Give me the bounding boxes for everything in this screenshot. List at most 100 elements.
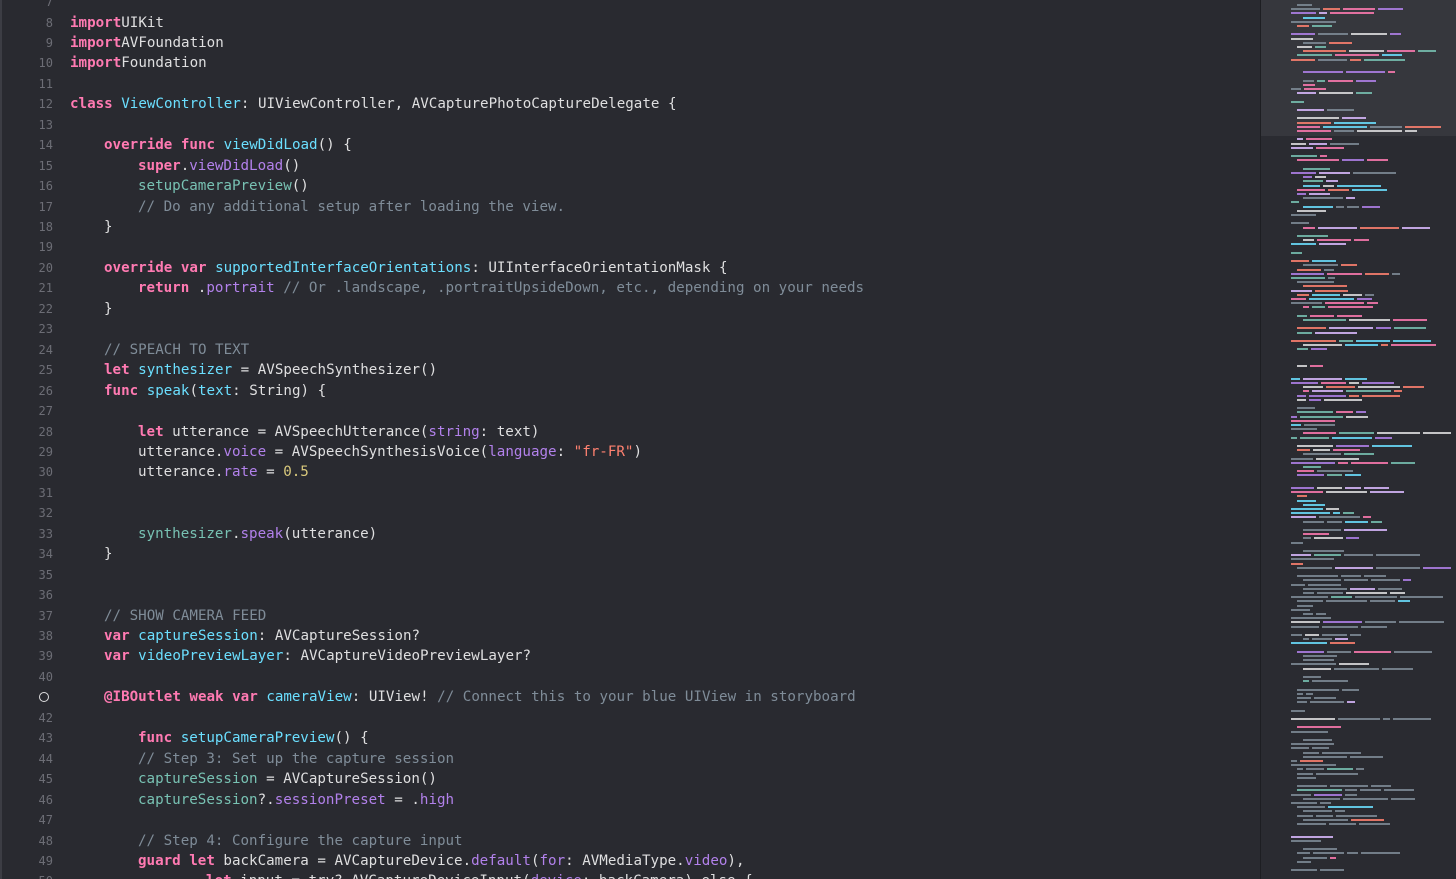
line-number[interactable]: 9 xyxy=(0,33,53,53)
minimap-line-segment xyxy=(1351,33,1387,36)
line-number[interactable]: 42 xyxy=(0,708,53,728)
minimap-line-segment xyxy=(1291,436,1297,439)
code-line[interactable]: return .portrait // Or .landscape, .port… xyxy=(138,278,864,298)
minimap-line-segment xyxy=(1350,58,1361,61)
code-line[interactable]: } xyxy=(104,544,113,564)
code-line[interactable]: guard let backCamera = AVCaptureDevice.d… xyxy=(138,851,745,871)
code-line[interactable]: let utterance = AVSpeechUtterance(string… xyxy=(138,422,539,442)
minimap-line-segment xyxy=(1325,302,1364,305)
code-line[interactable]: } xyxy=(104,299,113,319)
line-number-gutter[interactable]: 7 8 9 10 11 12 13 14 15 16 17 18 19 20 21 22 23 24 25 26 27 2… xyxy=(0,0,58,879)
code-line[interactable]: captureSession = AVCaptureSession() xyxy=(138,769,437,789)
line-number[interactable]: 20 xyxy=(0,258,53,278)
code-line[interactable]: utterance.voice = AVSpeechSynthesisVoice… xyxy=(138,442,642,462)
line-number[interactable]: 31 xyxy=(0,483,53,503)
minimap-line-segment xyxy=(1316,814,1333,817)
line-number[interactable]: 36 xyxy=(0,585,53,605)
line-number[interactable]: 26 xyxy=(0,381,53,401)
line-number[interactable]: 21 xyxy=(0,278,53,298)
code-line[interactable]: // Step 3: Set up the capture session xyxy=(138,749,454,769)
line-number[interactable]: 29 xyxy=(0,442,53,462)
code-line[interactable]: utterance.rate = 0.5 xyxy=(138,462,309,482)
line-number[interactable]: 7 xyxy=(0,0,53,12)
line-number[interactable]: 34 xyxy=(0,544,53,564)
line-number[interactable]: 44 xyxy=(0,749,53,769)
line-number[interactable]: 28 xyxy=(0,422,53,442)
code-line[interactable]: // Step 4: Configure the capture input xyxy=(138,831,463,851)
minimap-line-segment xyxy=(1297,495,1307,498)
line-number[interactable]: 43 xyxy=(0,728,53,748)
line-number[interactable]: 45 xyxy=(0,769,53,789)
line-number[interactable]: 11 xyxy=(0,74,53,94)
line-number[interactable]: 14 xyxy=(0,135,53,155)
code-editor[interactable]: 7 8 9 10 11 12 13 14 15 16 17 18 19 20 21 22 23 24 25 26 27 2… xyxy=(0,0,1260,879)
line-number[interactable]: 16 xyxy=(0,176,53,196)
code-line[interactable]: func speak(text: String) { xyxy=(104,381,326,401)
code-line[interactable]: super.viewDidLoad() xyxy=(138,156,300,176)
code-line[interactable]: // SPEACH TO TEXT xyxy=(104,340,249,360)
minimap-line-segment xyxy=(1336,205,1344,208)
code-line[interactable]: override func viewDidLoad() { xyxy=(104,135,352,155)
line-number[interactable]: 13 xyxy=(0,115,53,135)
line-number[interactable]: 38 xyxy=(0,626,53,646)
minimap-line-segment xyxy=(1291,512,1330,515)
code-area[interactable]: importUIKit importAVFoundation importFound… xyxy=(70,0,1255,879)
line-number[interactable]: 30 xyxy=(0,462,53,482)
minimap-line-segment xyxy=(1297,768,1303,771)
minimap[interactable] xyxy=(1260,0,1456,879)
code-line[interactable]: importUIKit xyxy=(70,13,164,33)
breakpoint-circle-icon[interactable] xyxy=(39,692,49,703)
line-number[interactable]: 47 xyxy=(0,810,53,830)
line-number[interactable]: 18 xyxy=(0,217,53,237)
line-number[interactable]: 37 xyxy=(0,606,53,626)
line-number[interactable]: 25 xyxy=(0,360,53,380)
code-line[interactable]: var videoPreviewLayer: AVCaptureVideoPre… xyxy=(104,646,531,666)
line-number[interactable]: 23 xyxy=(0,319,53,339)
minimap-line-segment xyxy=(1326,491,1367,494)
line-number[interactable]: 27 xyxy=(0,401,53,421)
line-number[interactable]: 24 xyxy=(0,340,53,360)
code-line[interactable]: override var supportedInterfaceOrientati… xyxy=(104,258,728,278)
code-line[interactable]: importFoundation xyxy=(70,53,207,73)
line-number[interactable]: 8 xyxy=(0,13,53,33)
code-line[interactable]: // Do any additional setup after loading… xyxy=(138,197,565,217)
code-line[interactable]: captureSession?.sessionPreset = .high xyxy=(138,790,454,810)
code-line[interactable]: // SHOW CAMERA FEED xyxy=(104,606,266,626)
code-line[interactable]: synthesizer.speak(utterance) xyxy=(138,524,377,544)
line-number[interactable]: 22 xyxy=(0,299,53,319)
minimap-line-segment xyxy=(1356,340,1390,342)
code-line[interactable]: let synthesizer = AVSpeechSynthesizer() xyxy=(104,360,437,380)
code-line[interactable]: @IBOutlet weak var cameraView: UIView! /… xyxy=(104,687,856,707)
code-token: import xyxy=(70,34,122,51)
code-line[interactable]: } xyxy=(104,217,113,237)
line-number[interactable]: 40 xyxy=(0,667,53,687)
line-number[interactable]: 33 xyxy=(0,524,53,544)
line-number[interactable]: 19 xyxy=(0,237,53,257)
minimap-line-segment xyxy=(1303,533,1329,536)
line-number[interactable]: 15 xyxy=(0,156,53,176)
line-number[interactable]: 17 xyxy=(0,197,53,217)
minimap-line-segment xyxy=(1303,167,1330,170)
minimap-line-segment xyxy=(1316,457,1359,460)
line-number[interactable]: 50 xyxy=(0,871,53,879)
code-line[interactable]: class ViewController: UIViewController, … xyxy=(70,94,676,114)
line-number[interactable]: 49 xyxy=(0,851,53,871)
line-number[interactable]: 32 xyxy=(0,503,53,523)
minimap-line-segment xyxy=(1326,386,1355,389)
minimap-line-segment xyxy=(1313,449,1330,452)
code-line[interactable]: let input = try? AVCaptureDeviceInput(de… xyxy=(206,871,753,879)
line-number[interactable]: 12 xyxy=(0,94,53,114)
line-number[interactable]: 10 xyxy=(0,53,53,73)
line-number[interactable]: 48 xyxy=(0,831,53,851)
code-line[interactable]: var captureSession: AVCaptureSession? xyxy=(104,626,420,646)
code-line[interactable]: func setupCameraPreview() { xyxy=(138,728,369,748)
line-number[interactable]: 35 xyxy=(0,565,53,585)
minimap-line-segment xyxy=(1291,554,1311,557)
code-line[interactable]: importAVFoundation xyxy=(70,33,224,53)
minimap-line-segment xyxy=(1347,205,1359,208)
line-number[interactable]: 46 xyxy=(0,790,53,810)
line-number[interactable]: 39 xyxy=(0,646,53,666)
minimap-line-segment xyxy=(1291,37,1313,40)
code-line[interactable]: setupCameraPreview() xyxy=(138,176,309,196)
minimap-line-segment xyxy=(1297,566,1332,569)
